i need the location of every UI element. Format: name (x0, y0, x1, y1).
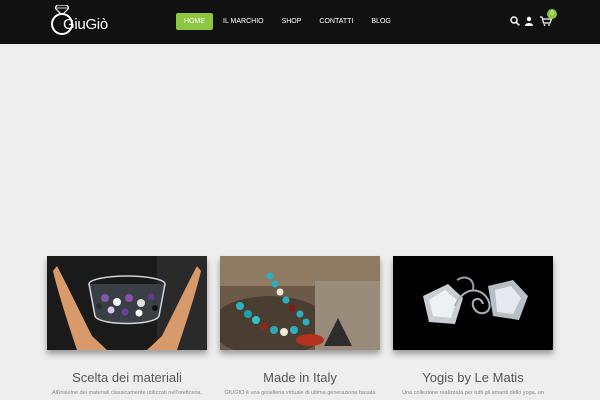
nav-blog[interactable]: BLOG (363, 13, 398, 30)
nav-home[interactable]: HOME (176, 13, 213, 30)
nav-shop[interactable]: SHOP (274, 13, 310, 30)
logo-text: GiuGiò (63, 16, 108, 33)
main-nav: HOME IL MARCHIO SHOP CONTATTI BLOG (176, 13, 401, 30)
card-title: Yogis by Le Matis (422, 370, 524, 385)
card-title: Made in Italy (263, 370, 337, 385)
card-image-made-in-italy[interactable] (220, 256, 380, 350)
site-header: GiuGiò HOME IL MARCHIO SHOP CONTATTI BLO… (0, 0, 600, 44)
cart-count-badge: 0 (547, 9, 557, 19)
nav-il-marchio[interactable]: IL MARCHIO (215, 13, 272, 30)
logo[interactable]: GiuGiò (51, 4, 113, 38)
card-image-yogis[interactable] (393, 256, 553, 350)
feature-card-made-in-italy: Made in Italy GIUGIÒ è una gioielleria v… (220, 256, 380, 396)
card-title: Scelta dei materiali (72, 370, 182, 385)
nav-contatti[interactable]: CONTATTI (311, 13, 361, 30)
card-text: All'insieme dei materiali classicamente … (51, 390, 203, 396)
card-text: GIUGIÒ è una gioielleria virtuale di ult… (224, 390, 376, 396)
search-icon[interactable] (510, 16, 520, 26)
card-image-materials[interactable] (47, 256, 207, 350)
feature-card-materials: Scelta dei materiali All'insieme dei mat… (47, 256, 207, 396)
user-icon[interactable] (524, 16, 534, 26)
card-text: Una collezione realizzata per tutti gli … (402, 390, 544, 396)
feature-card-yogis: Yogis by Le Matis Una collezione realizz… (393, 256, 553, 396)
